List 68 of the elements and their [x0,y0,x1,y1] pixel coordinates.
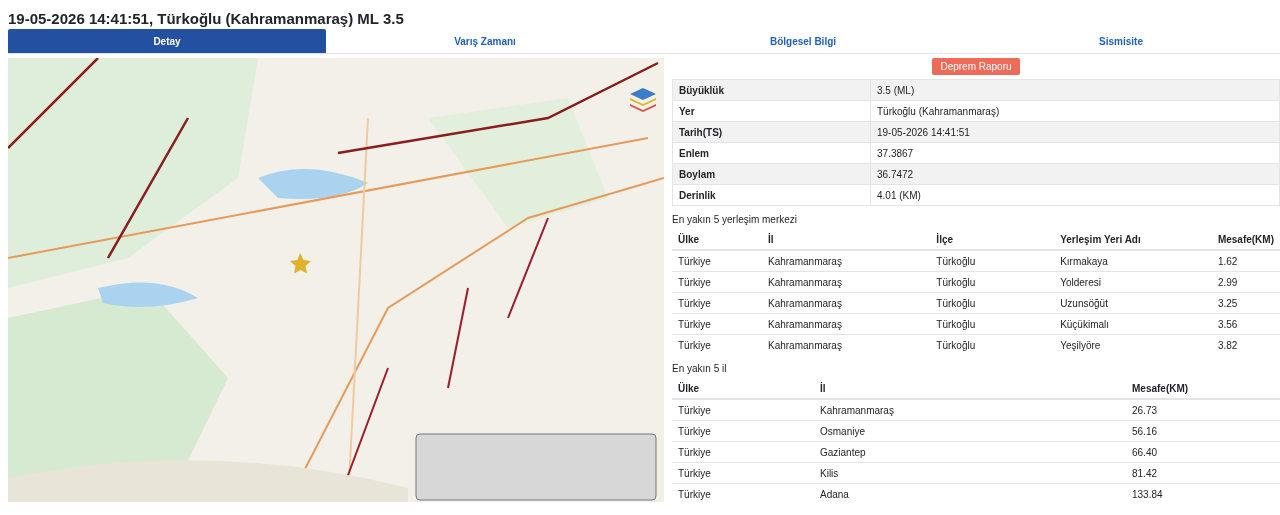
table-cell: 26.73 [1126,399,1280,421]
tab[interactable]: Bölgesel Bilgi [644,29,962,53]
table-cell: Türkiye [672,462,814,484]
tab[interactable]: Varış Zamanı [326,29,644,53]
column-header: Mesafe(KM) [1211,229,1280,250]
section-caption: En yakın 5 il [672,363,728,374]
column-header: İlçe [930,229,1055,250]
table-cell: Kahramanmaraş [814,399,1126,421]
table-cell: Kahramanmaraş [762,292,931,314]
table-cell: 37.3867 [870,142,1280,164]
table-cell: Türkiye [672,292,762,314]
table-cell: 81.42 [1126,462,1280,484]
table-cell: Türkiye [672,250,762,272]
table-cell: Uzunsöğüt [1054,292,1212,314]
tab[interactable]: Sismisite [962,29,1280,53]
table-cell: 3.82 [1211,334,1280,355]
table-cell: 1.62 [1211,250,1280,272]
table-cell: 4.01 (KM) [870,184,1280,206]
table-cell: Türkoğlu [930,250,1055,272]
table-cell: Türkoğlu (Kahramanmaraş) [870,100,1280,122]
table-cell: Türkiye [672,441,814,463]
table-cell: Kırmakaya [1054,250,1212,272]
table-cell: 3.5 (ML) [870,79,1280,101]
table-cell: 3.56 [1211,313,1280,335]
column-header: İl [814,378,1126,399]
table-cell: Yolderesi [1054,271,1212,293]
table-cell: Gaziantep [814,441,1126,463]
table-cell: Derinlik [672,184,871,206]
column-header: Mesafe(KM) [1126,378,1280,399]
table-cell: Kahramanmaraş [762,334,931,355]
table-cell: Türkiye [672,399,814,421]
tab[interactable]: Detay [8,29,326,53]
table-cell: 2.99 [1211,271,1280,293]
table-cell: Yer [672,100,871,122]
table-cell: Türkoğlu [930,313,1055,335]
table-cell: Küçükimalı [1054,313,1212,335]
section-caption: En yakın 5 yerleşim merkezi [672,214,799,225]
table-cell: Kahramanmaraş [762,271,931,293]
column-header: Yerleşim Yeri Adı [1054,229,1212,250]
table-cell: Türkoğlu [930,334,1055,355]
table-cell: Türkoğlu [930,292,1055,314]
table-cell: Türkiye [672,313,762,335]
table-cell: Türkiye [672,271,762,293]
table-cell: Boylam [672,163,871,185]
table-cell: 56.16 [1126,420,1280,442]
page-title: 19-05-2026 14:41:51, Türkoğlu (Kahramanmaraş) ML 3.5 [7,9,405,29]
table-cell: Adana [814,483,1126,504]
column-header: Ülke [672,229,762,250]
table-cell: Kilis [814,462,1126,484]
table-cell: Büyüklük [672,79,871,101]
table-cell: 19-05-2026 14:41:51 [870,121,1280,143]
table-cell: Türkoğlu [930,271,1055,293]
table-cell: Türkiye [672,483,814,504]
table-cell: Tarih(TS) [672,121,871,143]
table-cell: 133.84 [1126,483,1280,504]
table-cell: Yeşilyöre [1054,334,1212,355]
table-cell: Kahramanmaraş [762,313,931,335]
column-header: Ülke [672,378,814,399]
table-cell: Enlem [672,142,871,164]
table-cell: 36.7472 [870,163,1280,185]
layers-icon[interactable] [628,86,658,112]
table-cell: 66.40 [1126,441,1280,463]
column-header: İl [762,229,931,250]
table-cell: 3.25 [1211,292,1280,314]
table-cell: Kahramanmaraş [762,250,931,272]
table-cell: Osmaniye [814,420,1126,442]
table-cell: Türkiye [672,420,814,442]
table-cell: Türkiye [672,334,762,355]
